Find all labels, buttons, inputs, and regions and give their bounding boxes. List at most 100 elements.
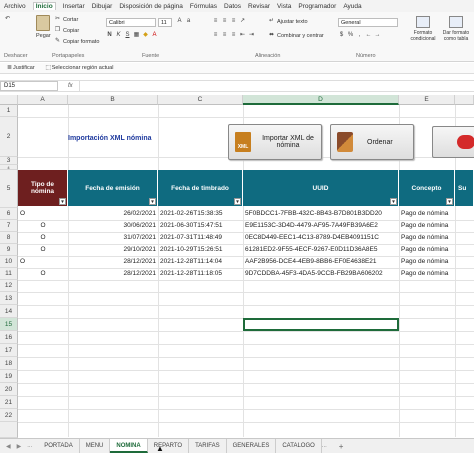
indent-decrease-icon[interactable]: ⇤ [239,32,246,39]
cell-uuid[interactable]: E9E1153C-3D4D-4479-AF95-7A49FB39A6E2 [245,220,398,232]
tab-programador[interactable]: Programador [298,3,336,10]
cell-concepto[interactable]: Pago de nómina [401,268,454,280]
tab-revisar[interactable]: Revisar [248,3,270,10]
cell-uuid[interactable]: 5F0BDCC1-7FBB-432C-8B43-B7D801B3DD20 [245,208,398,220]
wrap-text-button[interactable]: ↵ Ajustar texto [268,18,308,25]
align-left-icon[interactable]: ≡ [212,32,219,39]
tab-dibujar[interactable]: Dibujar [92,3,113,10]
font-name-select[interactable]: Calibri [106,18,156,27]
indent-increase-icon[interactable]: ⇥ [248,32,255,39]
cell-tipo[interactable]: O [20,256,66,268]
row-header[interactable]: 7 [0,220,18,232]
row-header[interactable]: 12 [0,280,18,292]
copy-button[interactable]: ❐ Copiar [54,27,79,34]
format-painter-button[interactable]: ✎ Copiar formato [54,38,99,45]
name-box[interactable]: D15 [0,81,58,91]
cell-timbrado[interactable]: 2021-07-31T11:48:49 [160,232,242,244]
cell-concepto[interactable]: Pago de nómina [401,232,454,244]
cell-emision[interactable]: 28/12/2021 [70,256,156,268]
cut-button[interactable]: ✂ Cortar [54,16,78,23]
filter-dropdown-icon[interactable]: ▾ [234,198,241,205]
row-header[interactable]: 6 [0,208,18,220]
conditional-format-button[interactable]: Formato condicional [408,16,438,42]
number-format-select[interactable]: General [338,18,398,27]
column-header-a[interactable]: A [18,95,68,105]
row-header[interactable]: 2 [0,117,18,157]
row-header[interactable]: 16 [0,331,18,344]
merge-center-button[interactable]: ⬌ Combinar y centrar [268,32,324,39]
cell-concepto[interactable]: Pago de nómina [401,244,454,256]
cell-concepto[interactable]: Pago de nómina [401,208,454,220]
row-header[interactable]: 11 [0,268,18,280]
sheet-tab-nomina[interactable]: NOMINA [110,439,148,453]
comma-icon[interactable]: , [356,32,363,39]
cell-timbrado[interactable]: 2021-12-28T11:18:05 [160,268,242,280]
orientation-icon[interactable]: ↗ [239,18,246,25]
bold-icon[interactable]: N [106,32,113,39]
select-region-button[interactable]: ⬚Seleccionar región actual [45,65,113,72]
italic-icon[interactable]: K [115,32,122,39]
cell-emision[interactable]: 29/10/2021 [70,244,156,256]
tab-datos[interactable]: Datos [224,3,241,10]
cell-concepto[interactable]: Pago de nómina [401,220,454,232]
borders-icon[interactable]: ▦ [133,32,140,39]
row-header[interactable]: 8 [0,232,18,244]
cell-tipo[interactable]: O [20,244,66,256]
tab-ayuda[interactable]: Ayuda [343,3,361,10]
column-header-d[interactable]: D [243,95,399,105]
column-header-b[interactable]: B [68,95,158,105]
cell-tipo[interactable]: O [20,268,66,280]
sheet-tab-generales[interactable]: GENERALES [227,439,277,453]
row-header[interactable]: 10 [0,256,18,268]
cell-timbrado[interactable]: 2021-06-30T15:47:51 [160,220,242,232]
row-header[interactable]: 9 [0,244,18,256]
font-color-icon[interactable]: A [151,32,158,39]
font-size-select[interactable]: 11 [158,18,172,27]
row-header[interactable]: 14 [0,305,18,318]
column-header-c[interactable]: C [158,95,243,105]
cell-emision[interactable]: 28/12/2021 [70,268,156,280]
row-header[interactable]: 13 [0,292,18,305]
sort-button[interactable]: Ordenar [330,124,414,160]
tab-inicio[interactable]: Inicio [32,2,56,10]
sheet-tab-reparto[interactable]: REPARTO [148,439,190,453]
underline-icon[interactable]: S [124,32,131,39]
tab-formulas[interactable]: Fórmulas [190,3,217,10]
active-cell-d15[interactable] [243,318,399,331]
next-sheet-icon[interactable]: ▶ [17,443,22,450]
row-header[interactable]: 1 [0,105,18,117]
column-header-e[interactable]: E [399,95,455,105]
decimal-increase-icon[interactable]: ← [365,32,372,39]
more-sheets-icon[interactable]: ... [27,443,32,449]
align-center-icon[interactable]: ≡ [221,32,228,39]
column-header-f[interactable] [455,95,474,105]
cell-uuid[interactable]: AAF2B956-DCE4-4EB9-8BB6-EF0E4638E21 [245,256,398,268]
percent-icon[interactable]: % [347,32,354,39]
sheet-tab-catalogo[interactable]: CATALOGO [276,439,322,453]
filter-dropdown-icon[interactable]: ▾ [446,198,453,205]
row-header[interactable]: 20 [0,383,18,396]
cell-timbrado[interactable]: 2021-02-26T15:38:35 [160,208,242,220]
decimal-decrease-icon[interactable]: → [374,32,381,39]
row-header[interactable]: 19 [0,370,18,383]
cell-emision[interactable]: 26/02/2021 [70,208,156,220]
sheet-tab-menu[interactable]: MENU [80,439,111,453]
row-header[interactable]: 21 [0,396,18,409]
red-action-button[interactable] [432,126,474,158]
align-right-icon[interactable]: ≡ [230,32,237,39]
fx-icon[interactable]: fx [68,83,73,89]
tab-disposicion[interactable]: Disposición de página [119,3,183,10]
row-header[interactable]: 5 [0,170,18,208]
tab-archivo[interactable]: Archivo [4,3,26,10]
cell-tipo[interactable]: O [20,232,66,244]
format-table-button[interactable]: Dar formato como tabla [440,16,472,42]
align-bottom-icon[interactable]: ≡ [230,18,237,25]
cell-timbrado[interactable]: 2021-12-28T11:14:04 [160,256,242,268]
cell-emision[interactable]: 31/07/2021 [70,232,156,244]
undo-button[interactable]: ↶ [4,16,11,23]
fill-color-icon[interactable]: ◆ [142,32,149,39]
justify-button[interactable]: ≣Justificar [6,65,35,72]
tab-vista[interactable]: Vista [277,3,291,10]
align-middle-icon[interactable]: ≡ [221,18,228,25]
increase-font-icon[interactable]: A [176,18,183,25]
